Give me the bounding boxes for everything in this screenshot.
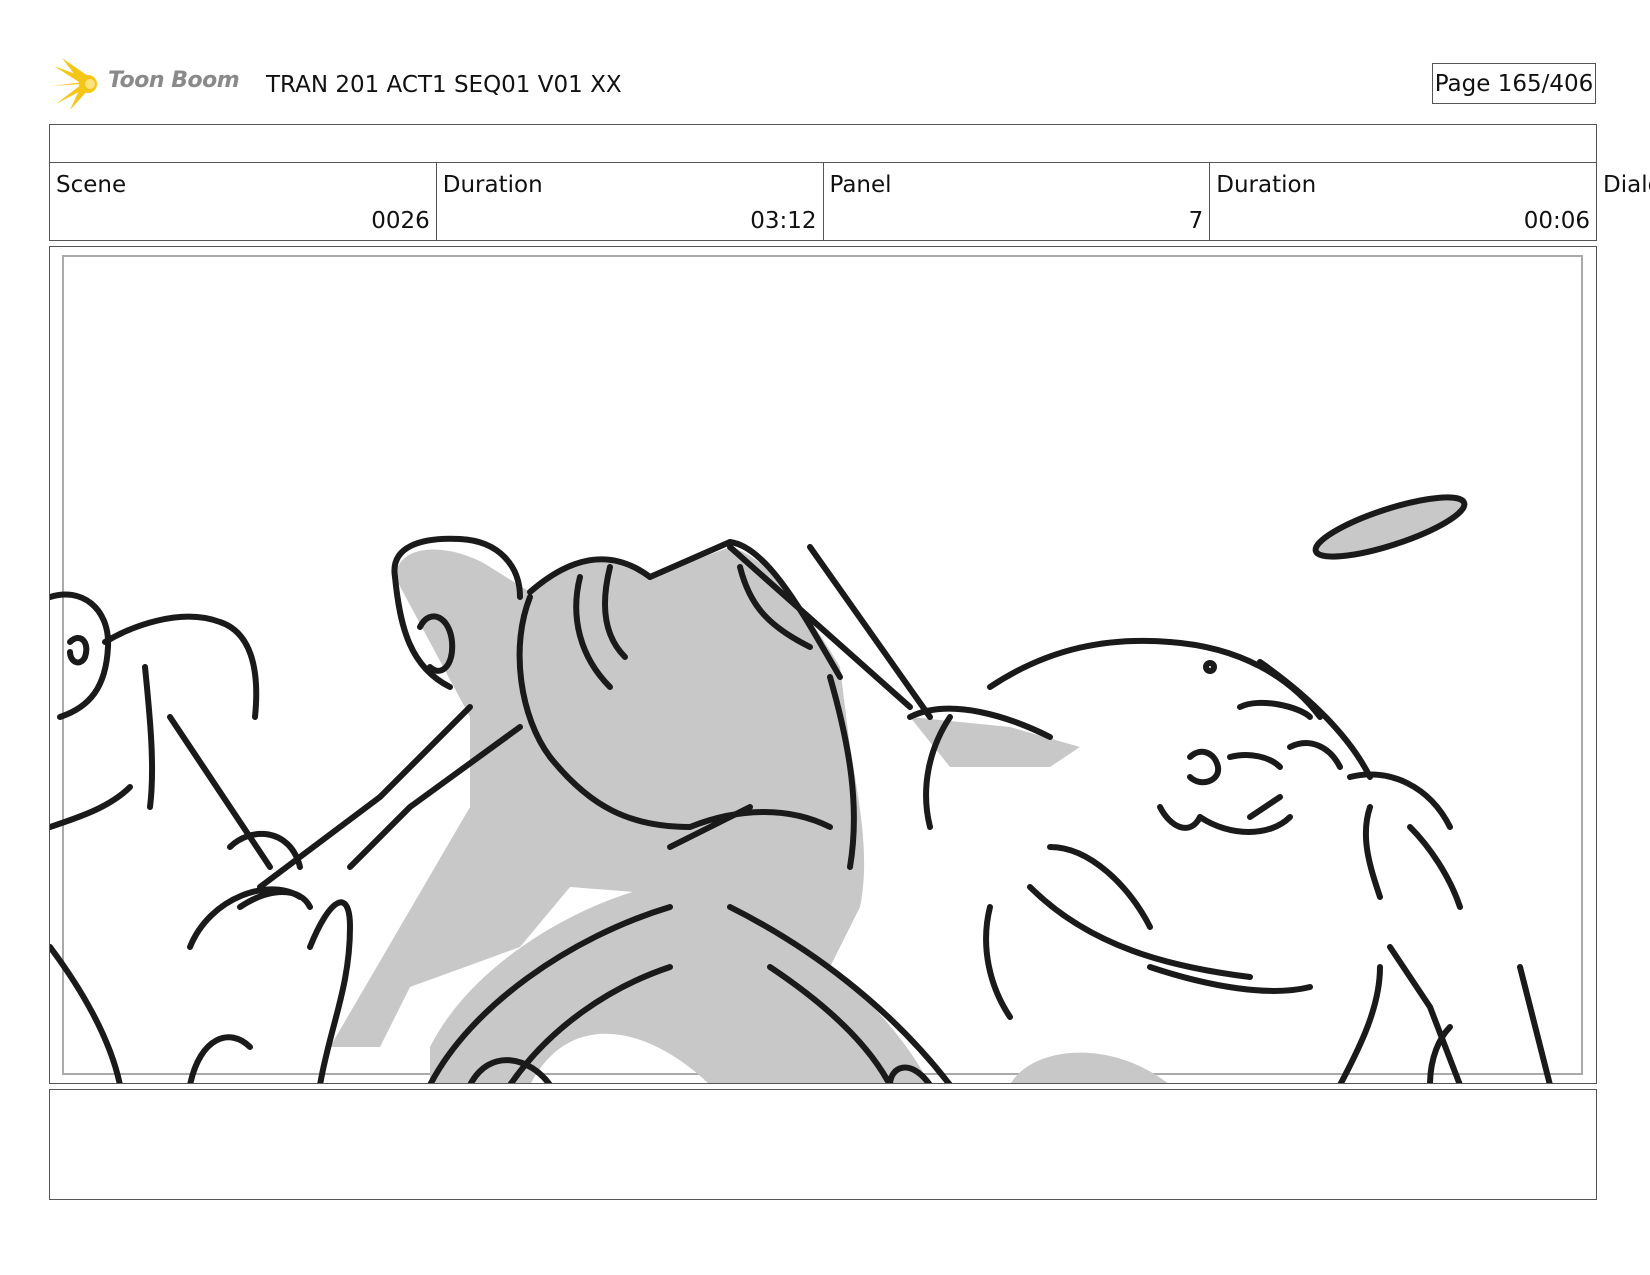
scene-label: Scene xyxy=(56,172,126,198)
panel-cell: Panel 7 xyxy=(824,162,1211,240)
panel-label: Panel xyxy=(830,172,892,198)
scene-duration-value: 03:12 xyxy=(750,208,816,234)
logo-text: Toon Boom xyxy=(108,68,239,93)
panel-duration-label: Duration xyxy=(1216,172,1316,198)
panel-duration-cell: Duration 00:06 xyxy=(1210,162,1596,240)
dialog-label: Dialog xyxy=(1603,172,1650,198)
toon-boom-logo: Toon Boom xyxy=(52,56,252,112)
sunburst-icon xyxy=(52,56,112,112)
document-title: TRAN 201 ACT1 SEQ01 V01 XX xyxy=(266,72,622,98)
storyboard-panel xyxy=(49,246,1597,1084)
page-number: Page 165/406 xyxy=(1432,63,1596,104)
header-blank-row xyxy=(49,124,1597,163)
panel-value: 7 xyxy=(1189,208,1204,234)
scene-value: 0026 xyxy=(371,208,430,234)
scene-duration-label: Duration xyxy=(443,172,543,198)
panel-duration-value: 00:06 xyxy=(1524,208,1590,234)
scene-duration-cell: Duration 03:12 xyxy=(437,162,824,240)
storyboard-sketch xyxy=(50,247,1597,1084)
notes-box xyxy=(49,1089,1597,1200)
scene-info-row: Scene 0026 Duration 03:12 Panel 7 Durati… xyxy=(49,162,1597,241)
scene-cell: Scene 0026 xyxy=(50,162,437,240)
